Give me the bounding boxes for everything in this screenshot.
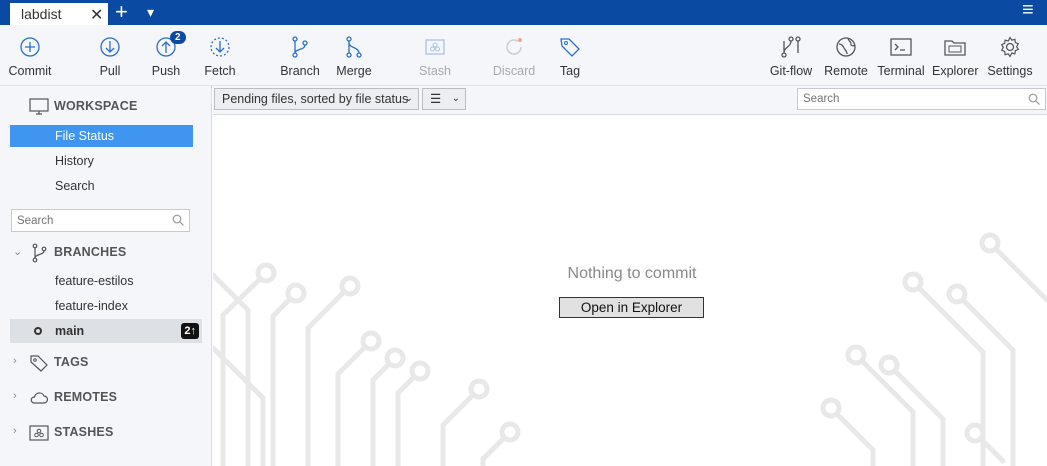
gitflow-label: Git-flow (769, 64, 813, 78)
close-tab-icon[interactable]: ✕ (90, 5, 103, 25)
file-search-input[interactable] (798, 89, 1023, 109)
explorer-button[interactable]: Explorer (932, 25, 979, 86)
stashes-title: STASHES (54, 425, 114, 439)
sidebar-item-history[interactable]: History (10, 150, 193, 172)
discard-label: Discard (492, 64, 536, 78)
file-filter-bar: Pending files, sorted by file status ⌄ ☰… (213, 86, 1047, 115)
settings-button[interactable]: Settings (986, 25, 1034, 86)
cloud-icon (30, 392, 49, 404)
tab-dropdown-icon[interactable]: ▾ (147, 4, 154, 21)
open-in-explorer-button[interactable]: Open in Explorer (559, 297, 704, 318)
tag-label: Tag (559, 64, 581, 78)
sidebar-item-search[interactable]: Search (10, 175, 193, 197)
branch-icon (292, 36, 308, 58)
pull-button[interactable]: Pull (90, 25, 130, 86)
sidebar-search-input[interactable] (12, 210, 167, 231)
sort-dropdown-label: Pending files, sorted by file status (222, 92, 409, 106)
branch-name: feature-estilos (55, 274, 134, 288)
chevron-right-icon: › (13, 355, 17, 367)
chevron-down-icon: ⌄ (13, 246, 23, 258)
chevron-right-icon: › (13, 390, 17, 402)
fetch-button[interactable]: Fetch (200, 25, 240, 86)
empty-state-message: Nothing to commit (567, 265, 697, 282)
branches-header[interactable]: ⌄ BRANCHES (0, 241, 212, 265)
chevron-down-icon: ⌄ (451, 93, 460, 104)
branch-item-current[interactable]: main 2↑ (10, 319, 202, 343)
push-count-badge: 2 (170, 31, 186, 44)
file-status-panel: Nothing to commit Open in Explorer (213, 115, 1047, 466)
push-button[interactable]: 2 Push (146, 25, 186, 86)
merge-label: Merge (336, 64, 372, 78)
branch-label: Branch (280, 64, 320, 78)
branch-item[interactable]: feature-index (10, 294, 202, 318)
settings-label: Settings (987, 64, 1033, 78)
repo-tab-title: labdist (21, 6, 62, 22)
remote-label: Remote (824, 64, 868, 78)
terminal-button[interactable]: Terminal (876, 25, 926, 86)
sidebar: WORKSPACE File Status History Search ⌄ B… (0, 86, 212, 466)
globe-icon (836, 37, 856, 57)
tag-icon (30, 355, 48, 372)
chevron-right-icon: › (13, 425, 17, 437)
gitflow-button[interactable]: Git-flow (766, 25, 816, 86)
remotes-title: REMOTES (54, 390, 118, 404)
folder-icon (944, 40, 966, 56)
tag-button[interactable]: Tag (550, 25, 590, 86)
gear-icon (1000, 36, 1020, 58)
circuit-background (213, 232, 1047, 466)
stash-icon (425, 39, 445, 55)
branch-name: main (55, 324, 85, 338)
merge-icon (346, 36, 362, 58)
terminal-label: Terminal (877, 64, 925, 78)
new-tab-button[interactable]: + (115, 1, 128, 23)
ahead-count-badge: 2↑ (181, 323, 199, 339)
merge-button[interactable]: Merge (332, 25, 376, 86)
workspace-header: WORKSPACE (0, 95, 212, 119)
view-mode-dropdown[interactable]: ☰ ⌄ (422, 88, 466, 110)
file-search-box (797, 88, 1046, 110)
stash-button[interactable]: Stash (413, 25, 457, 86)
branch-button[interactable]: Branch (278, 25, 322, 86)
remote-button[interactable]: Remote (823, 25, 869, 86)
repo-tab[interactable]: labdist ✕ (10, 3, 108, 25)
branches-title: BRANCHES (54, 245, 127, 259)
list-view-icon: ☰ (430, 92, 442, 106)
stash-label: Stash (419, 64, 451, 78)
toolbar: Commit Pull 2 Push Fetch Branch Merge St… (0, 25, 1047, 86)
discard-icon (506, 38, 522, 55)
hamburger-menu-icon[interactable]: ≡ (1022, 0, 1034, 22)
discard-button[interactable]: Discard (492, 25, 536, 86)
push-label: Push (151, 64, 181, 78)
stash-icon (29, 425, 49, 441)
pull-label: Pull (99, 64, 121, 78)
tags-header[interactable]: › TAGS (0, 351, 212, 375)
commit-button[interactable]: Commit (5, 25, 55, 86)
commit-icon (20, 37, 40, 57)
explorer-label: Explorer (932, 64, 979, 78)
current-branch-icon (34, 327, 42, 335)
gitflow-icon (781, 36, 801, 58)
tags-title: TAGS (54, 355, 89, 369)
chevron-down-icon: ⌄ (404, 93, 413, 104)
workspace-title: WORKSPACE (54, 99, 138, 113)
branch-icon (32, 243, 47, 263)
fetch-icon (210, 37, 230, 57)
branch-name: feature-index (55, 299, 128, 313)
stashes-header[interactable]: › STASHES (0, 421, 212, 445)
commit-label: Commit (8, 64, 52, 78)
monitor-icon (29, 98, 49, 115)
sort-dropdown[interactable]: Pending files, sorted by file status ⌄ (214, 88, 419, 110)
branch-item[interactable]: feature-estilos (10, 269, 202, 293)
pull-icon (100, 37, 120, 57)
title-bar: labdist ✕ + ▾ ≡ (0, 0, 1047, 25)
search-icon (172, 214, 184, 226)
remotes-header[interactable]: › REMOTES (0, 386, 212, 410)
sidebar-search-box (11, 209, 190, 232)
sidebar-item-file-status[interactable]: File Status (10, 125, 193, 147)
tag-icon (560, 38, 580, 57)
fetch-label: Fetch (204, 64, 236, 78)
terminal-icon (890, 38, 912, 56)
search-icon (1028, 93, 1040, 105)
